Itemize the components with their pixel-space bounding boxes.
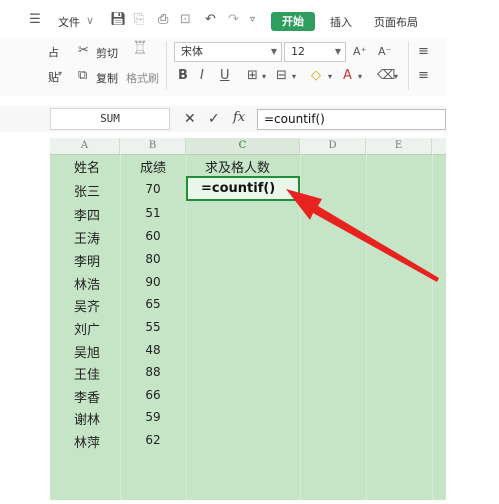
annotation-arrow [286,189,439,282]
arrow-shape [286,189,439,282]
